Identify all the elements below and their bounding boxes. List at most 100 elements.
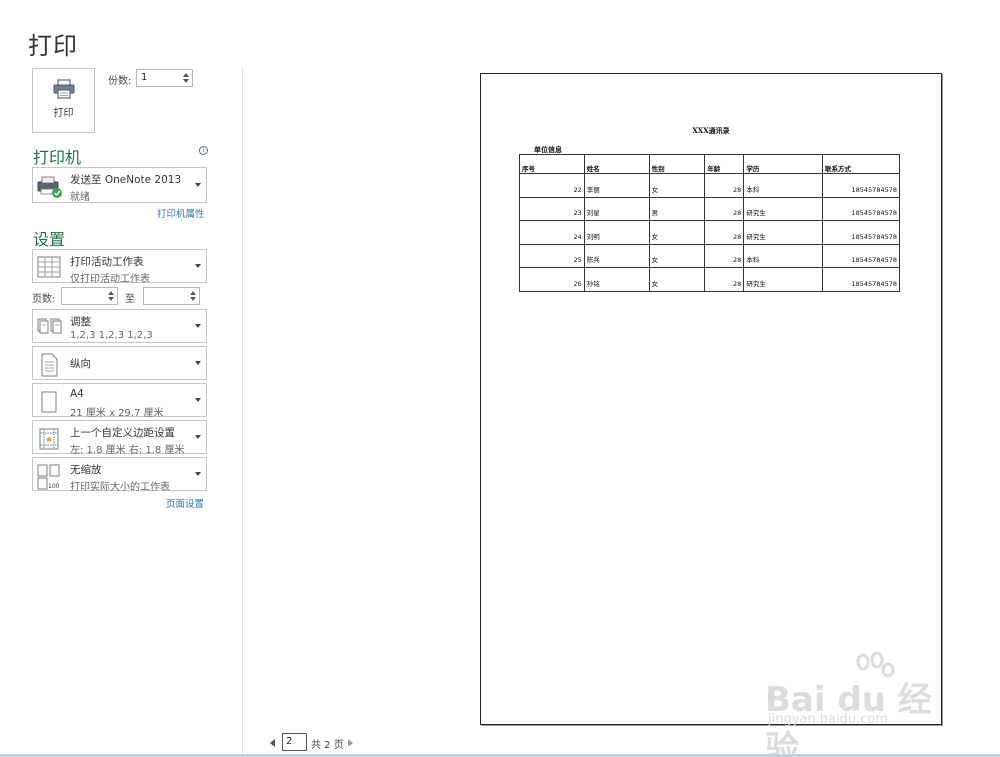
info-icon[interactable]: i [199,146,208,155]
stepper-arrows-icon[interactable] [189,289,196,303]
chevron-down-icon [195,183,201,187]
collate-dropdown[interactable]: 调整 1,2,3 1,2,3 1,2,3 [32,309,207,343]
margins-dropdown[interactable]: 上一个自定义边距设置 左: 1.8 厘米 右: 1.8 厘米 [32,420,207,456]
margins-subtitle: 左: 1.8 厘米 右: 1.8 厘米 [70,445,185,456]
paper-size-icon [37,390,61,414]
column-header: 联系方式 [822,154,900,174]
print-scope-subtitle: 仅打印活动工作表 [70,274,150,285]
preview-table: 序号 姓名 性别 年龄 学历 联系方式 22 李丽 女 28 本科 185457… [519,154,900,292]
table-header-row: 序号 姓名 性别 年龄 学历 联系方式 [519,154,900,174]
scaling-subtitle: 打印实际大小的工作表 [70,482,170,493]
cell-age: 28 [704,220,745,245]
total-pages-label: 共 2 页 [311,740,344,751]
printer-properties-link[interactable]: 打印机属性 [157,206,205,220]
print-scope-dropdown[interactable]: 打印活动工作表 仅打印活动工作表 [32,249,207,285]
table-row: 26 孙铭 女 28 研究生 18545784578 [519,267,900,292]
chevron-down-icon [195,398,201,402]
cell-id: 25 [519,243,585,268]
cell-id: 23 [519,196,585,221]
copies-stepper[interactable]: 1 [136,69,193,87]
portrait-page-icon [37,353,61,377]
column-header: 学历 [743,154,824,174]
cell-age: 28 [704,173,745,198]
orientation-title: 纵向 [70,358,91,370]
printer-status: 就绪 [70,192,90,203]
current-page-input[interactable]: 2 [282,733,307,751]
collate-title: 调整 [70,316,91,328]
pages-to-label: 至 [125,294,135,305]
stepper-arrows-icon[interactable] [107,289,114,303]
cell-id: 24 [519,220,585,245]
cell-name: 孙铭 [583,267,650,292]
print-button[interactable]: 打印 [32,68,95,133]
page-title: 打印 [28,32,78,60]
paper-size-dropdown[interactable]: A4 21 厘米 x 29.7 厘米 [32,383,207,419]
cell-gender: 女 [648,243,706,268]
paper-size-title: A4 [70,388,84,400]
cell-id: 22 [519,173,585,198]
page-setup-link[interactable]: 页面设置 [166,496,204,510]
table-row: 23 刘星 男 28 研究生 18545784578 [519,196,900,221]
cell-gender: 女 [648,220,706,245]
cell-phone: 18545784578 [822,243,900,268]
cell-phone: 18545784578 [822,173,900,198]
collate-icon [37,316,62,340]
table-row: 24 刘明 女 28 研究生 18545784578 [519,220,900,245]
scaling-dropdown[interactable]: 100 无缩放 打印实际大小的工作表 [32,457,207,493]
chevron-down-icon [195,324,201,328]
cell-education: 本科 [743,173,824,198]
cell-name: 刘明 [583,220,650,245]
sheet-grid-icon [37,256,61,280]
cell-phone: 18545784578 [822,220,900,245]
cell-education: 研究生 [743,196,824,221]
printer-ready-icon [35,172,63,200]
cell-name: 陈兵 [583,243,650,268]
cell-phone: 18545784578 [822,196,900,221]
chevron-down-icon [195,435,201,439]
cell-name: 刘星 [583,196,650,221]
margins-icon [37,427,61,451]
column-header: 年龄 [704,154,745,174]
cell-gender: 男 [648,196,706,221]
table-row: 25 陈兵 女 28 本科 18545784578 [519,243,900,268]
print-button-label: 打印 [53,108,74,119]
cell-id: 26 [519,267,585,292]
panel-divider [242,68,243,754]
orientation-dropdown[interactable]: 纵向 [32,346,207,380]
cell-phone: 18545784578 [822,267,900,292]
column-header: 序号 [519,154,585,174]
cell-age: 28 [704,267,745,292]
table-row: 22 李丽 女 28 本科 18545784578 [519,173,900,198]
chevron-down-icon [195,472,201,476]
printer-icon [53,79,75,99]
cell-age: 28 [704,196,745,221]
cell-gender: 女 [648,173,706,198]
print-scope-title: 打印活动工作表 [70,256,144,268]
cell-education: 研究生 [743,267,824,292]
settings-heading: 设置 [33,230,66,249]
document-title: XXX通讯录 [692,126,730,135]
chevron-down-icon [195,264,201,268]
pages-from-stepper[interactable] [61,287,118,305]
copies-value: 1 [141,72,148,83]
pages-to-stepper[interactable] [143,287,200,305]
paper-size-subtitle: 21 厘米 x 29.7 厘米 [70,408,164,419]
stepper-arrows-icon[interactable] [182,71,189,85]
scaling-title: 无缩放 [70,464,102,476]
no-scaling-icon: 100 [37,464,61,490]
print-preview-page: XXX通讯录 单位信息 序号 姓名 性别 年龄 学历 联系方式 22 李丽 女 … [480,73,942,725]
previous-page-icon[interactable] [270,739,275,747]
column-header: 性别 [648,154,706,174]
collate-subtitle: 1,2,3 1,2,3 1,2,3 [70,330,153,341]
copies-label: 份数: [108,76,132,87]
svg-text:100: 100 [48,483,60,490]
printer-heading: 打印机 [33,148,82,167]
cell-education: 本科 [743,243,824,268]
printer-dropdown[interactable]: 发送至 OneNote 2013 就绪 [32,167,207,203]
cell-education: 研究生 [743,220,824,245]
cell-age: 28 [704,243,745,268]
margins-title: 上一个自定义边距设置 [70,427,175,439]
cell-gender: 女 [648,267,706,292]
next-page-icon[interactable] [348,739,353,747]
printer-name: 发送至 OneNote 2013 [70,174,182,186]
